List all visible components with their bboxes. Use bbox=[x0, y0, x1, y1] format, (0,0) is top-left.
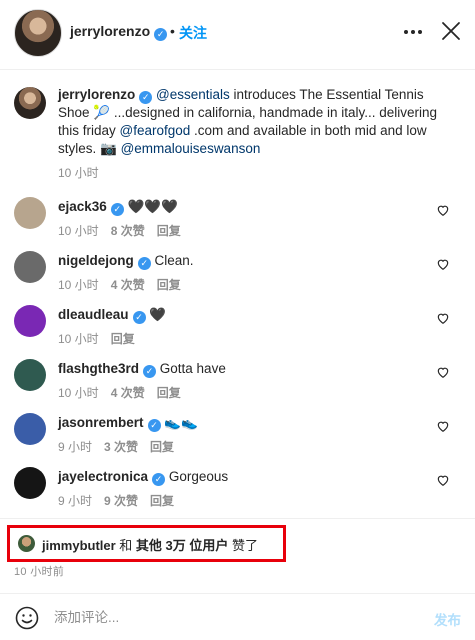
comment-text: 🖤 bbox=[149, 307, 167, 322]
reply-button[interactable]: 回复 bbox=[150, 494, 174, 508]
comment-username[interactable]: ejack36 bbox=[58, 199, 107, 214]
comment-time: 10 小时 bbox=[58, 332, 99, 346]
comment-text: Clean. bbox=[154, 253, 194, 268]
comment-item: ejack36 ✓ 🖤🖤🖤 10 小时 8 次赞 回复 bbox=[14, 197, 464, 243]
reply-button[interactable]: 回复 bbox=[150, 440, 174, 454]
likes-and: 和 bbox=[115, 538, 136, 553]
comment-time: 10 小时 bbox=[58, 224, 99, 238]
comment-line: nigeldejong ✓ Clean. bbox=[58, 253, 194, 270]
comment-meta: 10 小时 4 次赞 回复 bbox=[58, 384, 193, 401]
comment-avatar[interactable] bbox=[14, 197, 46, 229]
caption-username[interactable]: jerrylorenzo bbox=[58, 87, 135, 102]
reply-button[interactable]: 回复 bbox=[157, 386, 181, 400]
comment-time: 10 小时 bbox=[58, 386, 99, 400]
post-header: jerrylorenzo ✓ • 关注 bbox=[0, 0, 475, 70]
author-avatar[interactable] bbox=[14, 9, 62, 57]
comment-likes[interactable]: 3 次赞 bbox=[104, 440, 138, 454]
comment-avatar[interactable] bbox=[14, 251, 46, 283]
comment-item: flashgthe3rd ✓ Gotta have 10 小时 4 次赞 回复 bbox=[14, 359, 464, 405]
post-timestamp: 10 小时前 bbox=[14, 566, 65, 578]
mention-link[interactable]: @emmalouiseswanson bbox=[121, 141, 261, 156]
liker-avatar[interactable] bbox=[18, 535, 35, 552]
caption-text: jerrylorenzo ✓ @essentials introduces The… bbox=[58, 86, 458, 158]
comment-meta: 10 小时 4 次赞 回复 bbox=[58, 276, 193, 293]
caption-time: 10 小时 bbox=[58, 166, 99, 180]
comment-time: 9 小时 bbox=[58, 494, 93, 508]
verified-badge-icon: ✓ bbox=[154, 28, 168, 41]
heart-icon[interactable] bbox=[436, 365, 450, 379]
comment-item: nigeldejong ✓ Clean. 10 小时 4 次赞 回复 bbox=[14, 251, 464, 297]
header-separator: • bbox=[170, 23, 175, 39]
comment-meta: 10 小时 回复 bbox=[58, 330, 147, 347]
likes-liked: 赞了 bbox=[228, 538, 259, 553]
likes-others[interactable]: 其他 3万 位用户 bbox=[136, 538, 228, 553]
emoji-icon[interactable] bbox=[15, 606, 39, 630]
reply-button[interactable]: 回复 bbox=[157, 278, 181, 292]
comment-likes[interactable]: 8 次赞 bbox=[111, 224, 145, 238]
verified-badge-icon: ✓ bbox=[137, 257, 151, 270]
comment-time: 10 小时 bbox=[58, 278, 99, 292]
comment-username[interactable]: nigeldejong bbox=[58, 253, 134, 268]
close-icon[interactable] bbox=[440, 20, 462, 42]
comment-item: jasonrembert ✓ 👟👟 9 小时 3 次赞 回复 bbox=[14, 413, 464, 459]
comment-meta: 9 小时 3 次赞 回复 bbox=[58, 438, 186, 455]
comment-avatar[interactable] bbox=[14, 359, 46, 391]
comment-username[interactable]: jasonrembert bbox=[58, 415, 144, 430]
comment-likes[interactable]: 9 次赞 bbox=[104, 494, 138, 508]
comment-avatar[interactable] bbox=[14, 413, 46, 445]
verified-badge-icon: ✓ bbox=[143, 365, 157, 378]
verified-badge-icon: ✓ bbox=[132, 311, 146, 324]
comment-username[interactable]: flashgthe3rd bbox=[58, 361, 139, 376]
follow-button[interactable]: 关注 bbox=[179, 23, 207, 43]
likes-summary[interactable]: jimmybutler 和 其他 3万 位用户 赞了 bbox=[7, 525, 286, 562]
comment-text: 👟👟 bbox=[164, 415, 198, 430]
comment-line: dleaudleau ✓ 🖤 bbox=[58, 307, 166, 324]
heart-icon[interactable] bbox=[436, 473, 450, 487]
comment-username[interactable]: jayelectronica bbox=[58, 469, 148, 484]
post-button[interactable]: 发布 bbox=[434, 609, 461, 629]
section-divider bbox=[0, 518, 475, 519]
comment-line: jayelectronica ✓ Gorgeous bbox=[58, 469, 228, 486]
comment-item: jayelectronica ✓ Gorgeous 9 小时 9 次赞 回复 bbox=[14, 467, 464, 513]
verified-badge-icon: ✓ bbox=[152, 473, 166, 486]
comment-line: ejack36 ✓ 🖤🖤🖤 bbox=[58, 199, 178, 216]
more-horizontal-icon[interactable] bbox=[402, 22, 424, 42]
author-username[interactable]: jerrylorenzo ✓ bbox=[70, 23, 168, 41]
comment-meta: 10 小时 8 次赞 回复 bbox=[58, 222, 193, 239]
likes-text[interactable]: jimmybutler 和 其他 3万 位用户 赞了 bbox=[42, 535, 258, 554]
heart-icon[interactable] bbox=[436, 311, 450, 325]
reply-button[interactable]: 回复 bbox=[111, 332, 135, 346]
mention-link[interactable]: @fearofgod bbox=[120, 123, 191, 138]
liker-username[interactable]: jimmybutler bbox=[42, 538, 116, 553]
comment-avatar[interactable] bbox=[14, 467, 46, 499]
comment-line: flashgthe3rd ✓ Gotta have bbox=[58, 361, 226, 378]
verified-badge-icon: ✓ bbox=[139, 91, 153, 104]
heart-icon[interactable] bbox=[436, 419, 450, 433]
reply-button[interactable]: 回复 bbox=[157, 224, 181, 238]
comment-line: jasonrembert ✓ 👟👟 bbox=[58, 415, 198, 432]
comment-meta: 9 小时 9 次赞 回复 bbox=[58, 492, 186, 509]
comment-text: Gorgeous bbox=[168, 469, 229, 484]
comment-likes[interactable]: 4 次赞 bbox=[111, 386, 145, 400]
caption-avatar[interactable] bbox=[14, 87, 46, 119]
comment-composer: 发布 bbox=[0, 593, 475, 640]
comment-input[interactable] bbox=[54, 606, 414, 628]
comment-item: dleaudleau ✓ 🖤 10 小时 回复 bbox=[14, 305, 464, 351]
author-username-text[interactable]: jerrylorenzo bbox=[70, 23, 150, 39]
comment-text: 🖤🖤🖤 bbox=[127, 199, 179, 214]
heart-icon[interactable] bbox=[436, 203, 450, 217]
mention-link[interactable]: @essentials bbox=[156, 87, 230, 102]
comment-likes[interactable]: 4 次赞 bbox=[111, 278, 145, 292]
heart-icon[interactable] bbox=[436, 257, 450, 271]
comment-avatar[interactable] bbox=[14, 305, 46, 337]
verified-badge-icon: ✓ bbox=[147, 419, 161, 432]
comment-text: Gotta have bbox=[159, 361, 226, 376]
comment-username[interactable]: dleaudleau bbox=[58, 307, 129, 322]
verified-badge-icon: ✓ bbox=[110, 203, 124, 216]
comment-time: 9 小时 bbox=[58, 440, 93, 454]
